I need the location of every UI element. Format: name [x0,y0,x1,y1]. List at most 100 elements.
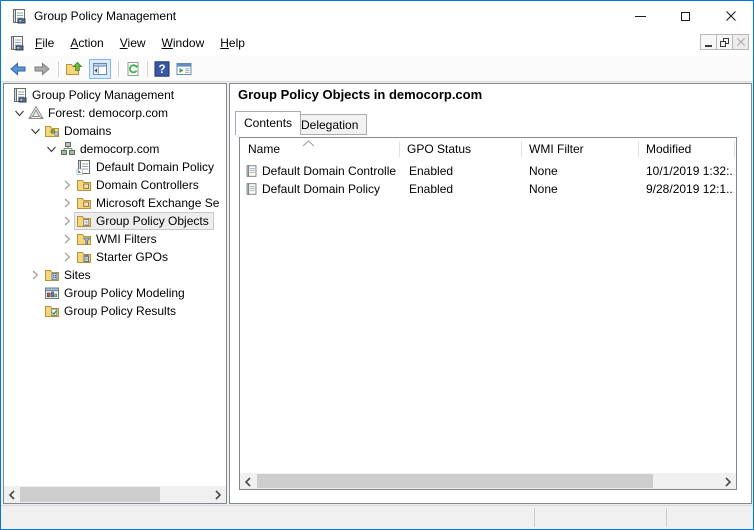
sort-ascending-icon [302,140,315,147]
menu-bar: FileActionViewWindowHelp [1,31,753,56]
tree-item-starter-gpos[interactable]: Starter GPOs [4,248,226,266]
status-separator [534,508,535,527]
title-bar: Group Policy Management [1,1,753,31]
column-header-modified[interactable]: Modified [638,138,734,160]
help-icon [153,61,171,77]
scroll-left-icon [244,477,252,487]
scroll-right-icon [724,477,732,487]
expander-collapsed-icon[interactable] [60,250,74,264]
list-horizontal-scrollbar[interactable] [240,473,736,489]
cell-modified: 9/28/2019 12:1... [646,180,734,198]
tree-item-microsoft-exchange[interactable]: Microsoft Exchange Se [4,194,226,212]
console-tree-toggle-icon [91,61,109,77]
mdi-minimize-button[interactable] [700,34,717,50]
column-separator[interactable] [638,141,639,157]
cell-name: Default Domain Policy [262,180,396,198]
gpmc-app-icon [11,8,27,24]
expander-collapsed-icon[interactable] [60,196,74,210]
tree-item-label: WMI Filters [96,231,157,248]
expander-collapsed-icon[interactable] [28,268,42,282]
console-tree: Group Policy Management Forest: democorp… [4,84,226,486]
tree-item-domain-democorp[interactable]: democorp.com [4,140,226,158]
tree-item-label: Domains [64,123,111,140]
mdi-restore-button[interactable] [716,34,733,50]
column-header-name[interactable]: Name [240,138,399,160]
tab-contents[interactable]: Contents [235,111,301,135]
menu-view[interactable]: View [112,31,154,55]
expander-collapsed-icon[interactable] [60,232,74,246]
scroll-left-button[interactable] [4,486,20,503]
window-title: Group Policy Management [34,1,176,31]
menu-action[interactable]: Action [62,31,111,55]
results-icon [44,303,60,319]
expander-collapsed-icon[interactable] [60,178,74,192]
scroll-right-icon [214,490,222,500]
scrollbar-thumb[interactable] [257,474,653,488]
minimize-icon [635,16,646,17]
scroll-right-button[interactable] [720,473,736,490]
help-button[interactable] [151,59,173,79]
mdi-close-icon [737,38,745,46]
tree-item-domains[interactable]: Domains [4,122,226,140]
domains-folder-icon [44,123,60,139]
maximize-button[interactable] [663,1,708,31]
gpo-row-default-domain-controllers[interactable]: Default Domain Controller... Enabled Non… [240,162,720,180]
tree-item-default-domain-policy[interactable]: Default Domain Policy [4,158,226,176]
gpmc-window: Group Policy Management FileActionViewWi… [0,0,754,530]
tab-delegation[interactable]: Delegation [292,114,367,135]
tree-item-group-policy-modeling[interactable]: Group Policy Modeling [4,284,226,302]
expander-expanded-icon[interactable] [28,124,42,138]
menu-file[interactable]: File [27,31,62,55]
scroll-right-button[interactable] [210,486,226,503]
expander-collapsed-icon[interactable] [60,214,74,228]
starter-folder-icon [76,249,92,265]
maximize-icon [681,12,690,21]
column-separator[interactable] [521,141,522,157]
menu-help[interactable]: Help [212,31,253,55]
column-separator[interactable] [734,141,735,157]
expander-expanded-icon[interactable] [12,106,26,120]
results-pane: Group Policy Objects in democorp.com Con… [229,83,752,504]
expander-expanded-icon[interactable] [44,142,58,156]
tree-item-label: Group Policy Modeling [64,285,185,302]
menu-window[interactable]: Window [154,31,213,55]
tree-item-wmi-filters[interactable]: WMI Filters [4,230,226,248]
column-separator[interactable] [399,141,400,157]
cell-gpo-status: Enabled [409,180,519,198]
tree-item-group-policy-results[interactable]: Group Policy Results [4,302,226,320]
refresh-icon [124,61,142,77]
up-one-level-button[interactable] [63,59,85,79]
tree-item-group-policy-objects[interactable]: Group Policy Objects [4,212,226,230]
show-hide-console-tree-button[interactable] [89,59,111,79]
cell-wmi-filter: None [529,162,634,180]
main-area: Group Policy Management Forest: democorp… [1,82,753,505]
tree-item-forest[interactable]: Forest: democorp.com [4,104,226,122]
tree-item-label: Group Policy Objects [96,213,209,230]
tree-item-domain-controllers[interactable]: Domain Controllers [4,176,226,194]
back-button[interactable] [7,59,29,79]
scrollbar-thumb[interactable] [20,487,160,502]
mdi-close-button[interactable] [732,34,749,50]
minimize-button[interactable] [618,1,663,31]
scroll-left-icon [8,490,16,500]
column-header-wmi-filter[interactable]: WMI Filter [521,138,638,160]
column-header-gpo-status[interactable]: GPO Status [399,138,521,160]
gpo-link-icon [76,159,92,175]
gpo-row-default-domain-policy[interactable]: Default Domain Policy Enabled None 9/28/… [240,180,720,198]
tree-item-label: Sites [64,267,91,284]
forward-button[interactable] [31,59,53,79]
close-button[interactable] [708,1,753,31]
export-list-button[interactable] [173,59,195,79]
back-icon [9,61,27,77]
cell-modified: 10/1/2019 1:32:... [646,162,734,180]
wmi-folder-icon [76,231,92,247]
tree-horizontal-scrollbar[interactable] [4,486,226,503]
gpo-list: Name GPO Status WMI Filter Modified Defa… [239,137,737,490]
gpo-scroll-icon [245,182,258,196]
tree-item-label: Default Domain Policy [96,159,214,176]
scroll-left-button[interactable] [240,473,256,490]
forward-icon [33,61,51,77]
refresh-button[interactable] [122,59,144,79]
tree-item-gpmc-root[interactable]: Group Policy Management [4,86,226,104]
tree-item-sites[interactable]: Sites [4,266,226,284]
